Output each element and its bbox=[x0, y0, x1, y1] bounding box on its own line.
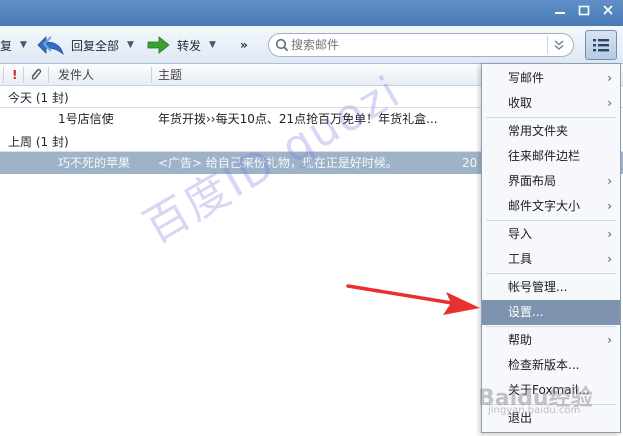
menu-item-account-management[interactable]: 帐号管理... bbox=[482, 275, 620, 300]
row-date: 20 bbox=[462, 156, 478, 170]
menu-divider bbox=[486, 404, 616, 405]
menu-item-label: 往来邮件边栏 bbox=[508, 149, 581, 163]
row-subject: 年货开拨››每天10点、21点抢百万免单！年货礼盒... bbox=[158, 112, 438, 126]
menu-item-correspondence-sidebar[interactable]: 往来邮件边栏 bbox=[482, 144, 620, 169]
menu-item-label: 导入 bbox=[508, 227, 533, 241]
minimize-icon bbox=[555, 12, 565, 14]
menu-item-label: 设置... bbox=[508, 305, 544, 319]
menu-item-label: 工具 bbox=[508, 252, 533, 266]
menu-divider bbox=[486, 220, 616, 221]
close-icon bbox=[603, 5, 613, 15]
menu-divider bbox=[486, 326, 616, 327]
chevron-down-icon: ▼ bbox=[127, 40, 134, 50]
menu-list-icon bbox=[593, 39, 609, 52]
menu-item-label: 检查新版本... bbox=[508, 358, 580, 372]
double-chevron-down-icon bbox=[554, 40, 563, 50]
main-menu-button[interactable] bbox=[585, 30, 617, 60]
reply-all-button[interactable]: 回复全部 ▼ bbox=[36, 26, 134, 64]
menu-item-import[interactable]: 导入 › bbox=[482, 222, 620, 247]
reply-button-partial[interactable]: 复 ▼ bbox=[0, 26, 27, 64]
chevron-down-icon: ▼ bbox=[209, 40, 216, 50]
row-sender: 1号店信使 bbox=[58, 112, 114, 126]
maximize-button[interactable] bbox=[575, 3, 593, 21]
title-bar bbox=[0, 0, 623, 26]
chevron-right-icon: › bbox=[607, 96, 612, 110]
row-subject: <广告> 给自己来份礼物，现在正是好时候。 bbox=[158, 156, 398, 170]
menu-item-check-updates[interactable]: 检查新版本... bbox=[482, 353, 620, 378]
chevron-right-icon: › bbox=[607, 333, 612, 347]
reply-label: 复 bbox=[0, 38, 13, 53]
column-divider bbox=[23, 67, 24, 83]
chevron-right-icon: › bbox=[607, 227, 612, 241]
row-sender: 巧不死的苹果 bbox=[58, 156, 131, 170]
column-divider bbox=[151, 67, 152, 83]
chevron-down-icon: ▼ bbox=[20, 40, 27, 50]
toolbar-overflow-button[interactable]: » bbox=[240, 26, 248, 64]
menu-item-label: 帮助 bbox=[508, 333, 533, 347]
menu-item-help[interactable]: 帮助 › bbox=[482, 328, 620, 353]
forward-icon bbox=[147, 36, 170, 54]
menu-item-layout[interactable]: 界面布局 › bbox=[482, 169, 620, 194]
menu-item-exit[interactable]: 退出 bbox=[482, 406, 620, 431]
search-box bbox=[268, 33, 574, 57]
paperclip-icon bbox=[31, 68, 42, 80]
menu-item-text-size[interactable]: 邮件文字大小 › bbox=[482, 194, 620, 219]
double-chevron-right-icon: » bbox=[240, 38, 248, 52]
menu-divider bbox=[486, 273, 616, 274]
close-button[interactable] bbox=[599, 3, 617, 21]
menu-item-receive[interactable]: 收取 › bbox=[482, 91, 620, 116]
menu-item-label: 邮件文字大小 bbox=[508, 199, 581, 213]
menu-divider bbox=[486, 117, 616, 118]
menu-item-about[interactable]: 关于Foxmail... bbox=[482, 378, 620, 403]
main-menu-dropdown: 写邮件 › 收取 › 常用文件夹 往来邮件边栏 界面布局 › 邮件文字大小 › … bbox=[481, 63, 621, 433]
window-controls bbox=[551, 3, 617, 21]
column-divider bbox=[48, 67, 49, 83]
subject-column-header[interactable]: 主题 bbox=[158, 64, 182, 86]
menu-item-label: 写邮件 bbox=[508, 71, 545, 85]
attachment-column-header[interactable] bbox=[29, 67, 43, 89]
search-input[interactable] bbox=[291, 35, 547, 55]
priority-column-header[interactable]: ! bbox=[12, 64, 17, 86]
sender-column-header[interactable]: 发件人 bbox=[58, 64, 94, 86]
search-icon bbox=[275, 38, 289, 52]
menu-item-common-folders[interactable]: 常用文件夹 bbox=[482, 119, 620, 144]
minimize-button[interactable] bbox=[551, 3, 569, 21]
forward-label: 转发 bbox=[177, 38, 202, 53]
search-options-button[interactable] bbox=[547, 36, 569, 54]
menu-item-label: 常用文件夹 bbox=[508, 124, 569, 138]
forward-button[interactable]: 转发 ▼ bbox=[146, 26, 216, 64]
reply-all-label: 回复全部 bbox=[71, 38, 120, 53]
menu-item-label: 界面布局 bbox=[508, 174, 557, 188]
chevron-right-icon: › bbox=[607, 199, 612, 213]
menu-item-label: 退出 bbox=[508, 411, 533, 425]
maximize-icon bbox=[578, 5, 590, 16]
menu-item-tools[interactable]: 工具 › bbox=[482, 247, 620, 272]
chevron-right-icon: › bbox=[607, 252, 612, 266]
menu-item-settings[interactable]: 设置... bbox=[482, 300, 620, 325]
menu-item-label: 帐号管理... bbox=[508, 280, 568, 294]
column-divider bbox=[3, 67, 4, 83]
chevron-right-icon: › bbox=[607, 71, 612, 85]
menu-item-label: 收取 bbox=[508, 96, 533, 110]
reply-all-icon bbox=[37, 36, 64, 56]
annotation-arrow-icon bbox=[346, 284, 480, 315]
menu-item-label: 关于Foxmail... bbox=[508, 383, 590, 397]
menu-item-compose[interactable]: 写邮件 › bbox=[482, 66, 620, 91]
chevron-right-icon: › bbox=[607, 174, 612, 188]
